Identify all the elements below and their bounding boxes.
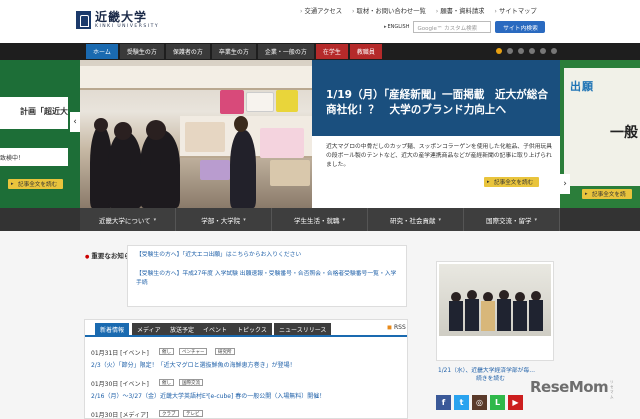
slider-dots xyxy=(496,48,557,54)
news-date: 01月30日 [イベント] xyxy=(91,381,149,388)
next-read-more-button[interactable]: 記事全文を読 xyxy=(582,189,632,199)
news-tabs: 新着情報 メディア 放送予定 イベント トピックス ニュースリリース RSS xyxy=(85,320,407,337)
slider-dot[interactable] xyxy=(496,48,502,54)
prev-slide-text: 致検中！ xyxy=(0,155,25,162)
university-logo[interactable]: 近畿大学 KINKI UNIVERSITY xyxy=(76,11,159,29)
hero-next-slide[interactable]: 出願 一般 記事全文を読 xyxy=(560,60,640,208)
next-slide-title: 出願 xyxy=(570,80,594,93)
watermark-sub: リセマム xyxy=(610,380,614,399)
youtube-icon[interactable]: ▶ xyxy=(508,395,523,410)
instagram-icon[interactable]: ◎ xyxy=(472,395,487,410)
slider-dot[interactable] xyxy=(507,48,513,54)
twitter-icon[interactable]: t xyxy=(454,395,469,410)
news-title[interactable]: 2/3（火）「節分」限定！「近大マグロと選抜鮮魚の海鮮恵方巻き」が登場！ xyxy=(91,360,296,369)
audience-tabs: ホーム 受験生の方 保護者の方 卒業生の方 企業・一般の方 在学生 教職員 xyxy=(86,44,382,59)
logo-english: KINKI UNIVERSITY xyxy=(95,24,160,29)
tab-parents[interactable]: 保護者の方 xyxy=(165,44,210,59)
tab-events[interactable]: イベント xyxy=(198,323,233,335)
news-title[interactable]: 2/16（月）～3/27（金）近畿大学英語村E³[e-cube] 春の一般公開（… xyxy=(91,391,325,400)
university-emblem-icon xyxy=(76,11,91,29)
important-notice-box: 【受験生の方へ】「近大エコ出願」はこちらからお入りください 【受験生の方へ】平成… xyxy=(127,245,407,307)
featured-photo-box[interactable] xyxy=(436,261,554,361)
tab-corporate[interactable]: 企業・一般の方 xyxy=(257,44,314,59)
facebook-icon[interactable]: f xyxy=(436,395,451,410)
news-badge: 催し xyxy=(159,379,174,386)
hero-slider: 計画「超近大 致検中！ 記事全文を読む 1/19（月）「産経新聞」一面掲載 近大… xyxy=(0,60,640,208)
access-link[interactable]: 交通アクセス xyxy=(300,6,342,15)
audience-navbar: ホーム 受験生の方 保護者の方 卒業生の方 企業・一般の方 在学生 教職員 xyxy=(0,43,640,60)
global-nav: 近畿大学について 学部・大学院 学生生活・就職 研究・社会貢献 国際交流・留学 xyxy=(0,208,640,231)
resemom-watermark: ReseMom リセマム xyxy=(530,378,614,399)
tab-topics[interactable]: トピックス xyxy=(232,323,272,335)
application-link[interactable]: 願書・資料請求 xyxy=(436,6,484,15)
rss-link[interactable]: RSS xyxy=(387,324,406,331)
site-search-button[interactable]: サイト内検索 xyxy=(495,21,546,33)
line-icon[interactable]: L xyxy=(490,395,505,410)
news-badge: 研究所 xyxy=(215,348,235,355)
hero-prev-slide[interactable]: 計画「超近大 致検中！ 記事全文を読む xyxy=(0,60,80,208)
featured-photo[interactable] xyxy=(439,264,551,336)
next-slide-label: 一般 xyxy=(610,125,638,141)
watermark-text: ReseMom xyxy=(530,378,609,396)
news-badge: クラブ xyxy=(159,410,179,417)
nav-international[interactable]: 国際交流・留学 xyxy=(464,208,560,231)
slider-dot[interactable] xyxy=(518,48,524,54)
slider-next-arrow[interactable]: › xyxy=(560,174,570,194)
search-row: ENGLISH Google™ カスタム検索 サイト内検索 xyxy=(384,21,546,33)
site-header: 近畿大学 KINKI UNIVERSITY 交通アクセス 取材・お問い合わせ一覧… xyxy=(0,0,640,43)
tab-home[interactable]: ホーム xyxy=(86,44,118,59)
social-icons: f t ◎ L ▶ xyxy=(436,395,523,410)
tab-news-release[interactable]: ニュースリリース xyxy=(274,323,332,335)
hero-current-slide[interactable]: 1/19（月）「産経新聞」一面掲載 近大が総合商社化！？ 大学のブランド力向上へ… xyxy=(312,60,560,208)
search-input[interactable]: Google™ カスタム検索 xyxy=(413,21,492,33)
tab-staff[interactable]: 教職員 xyxy=(349,44,382,59)
nav-faculties[interactable]: 学部・大学院 xyxy=(176,208,272,231)
tab-alumni[interactable]: 卒業生の方 xyxy=(211,44,256,59)
tab-applicants[interactable]: 受験生の方 xyxy=(119,44,164,59)
slider-dot[interactable] xyxy=(540,48,546,54)
notice-item[interactable]: 【受験生の方へ】平成27年度 入学試験 出願速報・受験番号・合否照会・合格者受験… xyxy=(136,270,401,288)
news-badge: 国際交流 xyxy=(179,379,203,386)
hero-description: 近大マグロの中骨だしのカップ麺、スッポンコラーゲンを使用した化粧品、子供用玩具の… xyxy=(312,136,560,208)
prev-read-more-button[interactable]: 記事全文を読む xyxy=(8,179,64,189)
news-badge: 催し xyxy=(159,348,174,355)
nav-campus-life[interactable]: 学生生活・就職 xyxy=(272,208,368,231)
hero-read-more-button[interactable]: 記事全文を読む xyxy=(484,177,540,187)
utility-links: 交通アクセス 取材・お問い合わせ一覧 願書・資料請求 サイトマップ xyxy=(300,6,537,15)
tab-students[interactable]: 在学生 xyxy=(315,44,348,59)
logo-japanese: 近畿大学 xyxy=(95,10,148,24)
tab-media[interactable]: メディア xyxy=(132,323,166,335)
news-badge: テレビ xyxy=(183,410,203,417)
english-link[interactable]: ENGLISH xyxy=(384,24,410,30)
nav-about[interactable]: 近畿大学について xyxy=(80,208,176,231)
hero-headline[interactable]: 1/19（月）「産経新聞」一面掲載 近大が総合商社化！？ 大学のブランド力向上へ xyxy=(326,88,552,118)
contact-link[interactable]: 取材・お問い合わせ一覧 xyxy=(352,6,426,15)
hero-photo xyxy=(80,60,312,208)
tab-news[interactable]: 新着情報 xyxy=(95,323,130,335)
news-date: 01月31日 [イベント] xyxy=(91,350,149,357)
news-badge: ベンチャー xyxy=(179,348,208,355)
news-panel: 新着情報 メディア 放送予定 イベント トピックス ニュースリリース RSS 0… xyxy=(84,319,408,419)
read-more-link[interactable]: 続きを読む xyxy=(476,376,505,382)
slider-dot[interactable] xyxy=(529,48,535,54)
sitemap-link[interactable]: サイトマップ xyxy=(494,6,537,15)
prev-slide-title: 計画「超近大 xyxy=(20,107,68,116)
news-date: 01月30日 [メディア] xyxy=(91,412,149,419)
slider-prev-arrow[interactable]: ‹ xyxy=(70,112,80,132)
nav-research[interactable]: 研究・社会貢献 xyxy=(368,208,464,231)
slider-dot[interactable] xyxy=(551,48,557,54)
tab-broadcast[interactable]: 放送予定 xyxy=(165,323,200,335)
notice-item[interactable]: 【受験生の方へ】「近大エコ出願」はこちらからお入りください xyxy=(136,251,401,260)
